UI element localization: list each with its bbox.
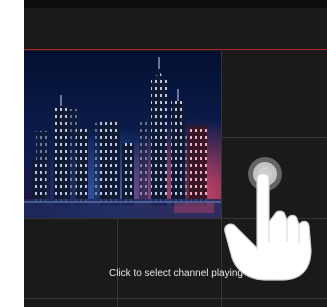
channel-tile[interactable] [222, 51, 327, 137]
grid-divider [24, 298, 327, 299]
channel-tile[interactable] [118, 219, 221, 298]
city-skyline-video-frame [24, 51, 221, 218]
channel-tile-playing[interactable] [24, 51, 221, 218]
toolbar [24, 8, 327, 50]
video-wall-screen: Click to select channel playing [24, 0, 327, 307]
top-strip [24, 0, 327, 8]
tap-hand-icon [224, 157, 312, 281]
channel-tile[interactable] [24, 219, 117, 298]
